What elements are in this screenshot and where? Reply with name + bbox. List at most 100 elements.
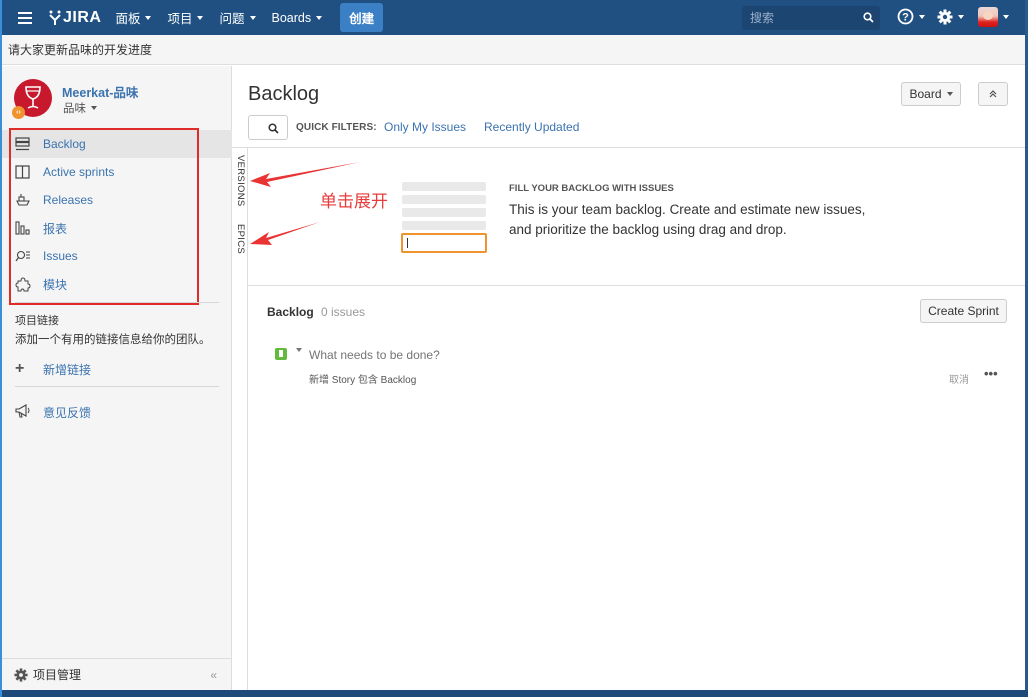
gear-icon xyxy=(14,667,28,682)
project-links-description: 添加一个有用的链接信息给你的团队。 xyxy=(15,334,211,346)
wine-glass-icon xyxy=(25,86,41,109)
jira-logo-icon xyxy=(49,10,61,25)
chevron-down-icon xyxy=(919,14,925,19)
chevron-down-icon xyxy=(197,15,204,20)
project-links-title: 项目链接 xyxy=(15,315,59,327)
placeholder-line xyxy=(402,195,486,204)
project-name[interactable]: Meerkat-品味 xyxy=(62,82,138,101)
sidebar-item-label: Issues xyxy=(43,249,78,263)
gear-icon xyxy=(937,9,953,25)
menu-dashboards[interactable]: 面板 xyxy=(115,8,152,27)
issue-type-dropdown-icon[interactable] xyxy=(296,348,302,352)
backlog-issue-count: 0 issues xyxy=(321,305,366,319)
sidebar-item-components[interactable]: 模块 xyxy=(2,270,232,298)
puzzle-icon xyxy=(15,276,31,292)
sidebar-item-label: Backlog xyxy=(43,137,86,151)
menu-issues[interactable]: 问题 xyxy=(219,8,256,27)
sidebar-nav: Backlog Active sprints Releases 报表 Issue… xyxy=(2,130,232,298)
active-sprints-icon xyxy=(15,164,31,180)
chevron-down-icon xyxy=(145,15,152,20)
placeholder-line xyxy=(402,182,486,191)
placeholder-line xyxy=(402,208,486,217)
sidebar-item-releases[interactable]: Releases xyxy=(2,186,232,214)
menu-label: 项目 xyxy=(167,12,193,26)
section-divider xyxy=(248,285,1025,286)
arrow-to-epics xyxy=(250,222,320,245)
empty-state-title: FILL YOUR BACKLOG WITH ISSUES xyxy=(509,183,674,194)
sidebar-item-backlog[interactable]: Backlog xyxy=(2,130,232,158)
plus-icon: + xyxy=(15,360,25,377)
new-issue-summary-input[interactable] xyxy=(309,348,709,362)
settings-menu[interactable] xyxy=(937,9,964,25)
sidebar-item-label: Active sprints xyxy=(43,165,115,179)
new-issue-hint: 新增 Story 包含 Backlog xyxy=(309,375,417,386)
empty-state-description: This is your team backlog. Create and es… xyxy=(509,202,866,237)
project-sidebar: ‹› Meerkat-品味 品味 Backlog Active sprints … xyxy=(2,66,232,690)
sidebar-item-issues[interactable]: Issues xyxy=(2,242,232,270)
chevron-down-icon xyxy=(91,106,97,110)
placeholder-input-illustration xyxy=(401,233,487,253)
sidebar-item-label: 报表 xyxy=(43,221,68,236)
project-administration[interactable]: 项目管理 « xyxy=(2,658,231,690)
menu-label: Boards xyxy=(271,10,312,25)
menu-boards[interactable]: Boards xyxy=(272,11,323,25)
toggle-header-button[interactable] xyxy=(978,82,1008,106)
create-button[interactable]: 创建 xyxy=(340,3,384,32)
sidebar-item-active-sprints[interactable]: Active sprints xyxy=(2,158,232,186)
double-chevron-up-icon xyxy=(989,90,997,98)
header-divider xyxy=(232,147,1025,148)
arrow-to-versions xyxy=(250,162,360,187)
user-avatar xyxy=(978,7,998,27)
board-button-label: Board xyxy=(909,87,942,101)
quick-filter-recently-updated[interactable]: Recently Updated xyxy=(484,120,579,134)
add-link-button[interactable]: + 新增链接 xyxy=(15,360,91,378)
collapse-sidebar-button[interactable]: « xyxy=(210,668,217,682)
jira-logo[interactable]: JIRA xyxy=(48,9,101,27)
create-sprint-button[interactable]: Create Sprint xyxy=(920,299,1007,323)
help-icon: ? xyxy=(897,8,914,25)
project-type-label: 品味 xyxy=(63,103,86,115)
sidebar-item-reports[interactable]: 报表 xyxy=(2,214,232,242)
backlog-icon xyxy=(15,136,31,152)
backlog-section-title: Backlog xyxy=(267,305,314,319)
sidebar-divider xyxy=(15,302,219,303)
epics-panel-tab[interactable]: EPICS xyxy=(235,224,246,254)
help-menu[interactable]: ? xyxy=(897,8,925,25)
top-navigation: JIRA 面板 项目 问题 Boards 创建 ? xyxy=(2,0,1025,35)
menu-projects[interactable]: 项目 xyxy=(167,8,204,27)
more-options-icon[interactable]: ••• xyxy=(984,366,998,381)
app-switcher-icon[interactable] xyxy=(18,11,32,24)
user-profile-menu[interactable] xyxy=(978,7,1009,27)
svg-text:?: ? xyxy=(902,12,909,24)
project-admin-label: 项目管理 xyxy=(33,668,82,682)
quick-filters-label: QUICK FILTERS: xyxy=(296,122,377,133)
issues-icon xyxy=(15,248,31,264)
board-dropdown-button[interactable]: Board xyxy=(901,82,961,106)
versions-panel-tab[interactable]: VERSIONS xyxy=(235,155,246,207)
search-box xyxy=(742,6,880,30)
search-icon[interactable] xyxy=(863,12,874,23)
sidebar-divider xyxy=(15,386,219,387)
sidebar-item-label: 模块 xyxy=(43,277,68,292)
annotation-text: 单击展开 xyxy=(320,192,388,211)
megaphone-icon xyxy=(15,404,31,421)
quick-filter-only-my-issues[interactable]: Only My Issues xyxy=(384,120,466,134)
project-type-dropdown[interactable]: 品味 xyxy=(63,100,97,116)
page-title: Backlog xyxy=(248,83,320,105)
search-input[interactable] xyxy=(742,11,852,25)
jira-logo-text: JIRA xyxy=(63,8,102,26)
announcement-banner: 请大家更新品味的开发进度 xyxy=(2,35,1025,65)
backlog-search-input[interactable] xyxy=(248,115,288,140)
sidebar-item-label: Releases xyxy=(43,193,94,207)
cancel-button[interactable]: 取消 xyxy=(949,371,969,386)
search-icon xyxy=(268,123,279,134)
feedback-button[interactable]: 意见反馈 xyxy=(15,404,91,421)
window-bottom-edge xyxy=(2,690,1028,697)
menu-label: 问题 xyxy=(219,12,245,26)
software-project-badge-icon: ‹› xyxy=(12,106,25,119)
reports-icon xyxy=(15,220,31,236)
releases-icon xyxy=(15,192,31,208)
story-type-icon[interactable] xyxy=(275,348,287,360)
menu-label: 面板 xyxy=(115,12,141,26)
chevron-down-icon xyxy=(249,15,256,20)
